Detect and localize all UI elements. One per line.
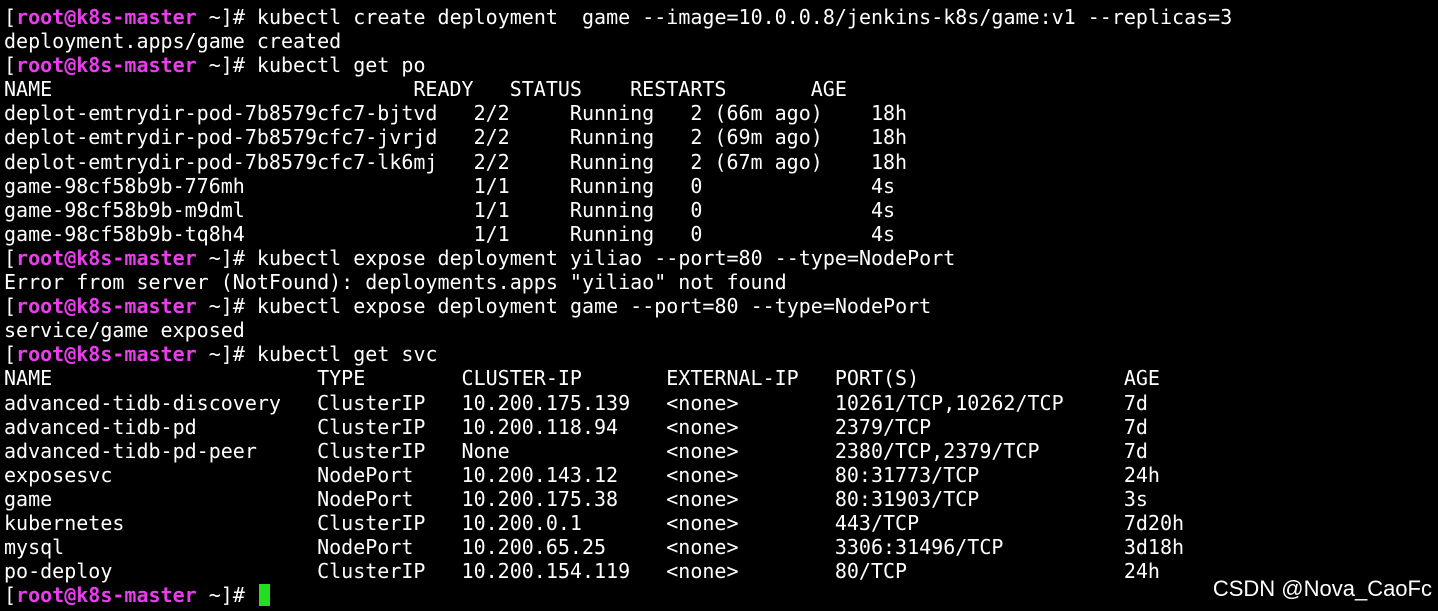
prompt-close: ]# bbox=[220, 294, 257, 319]
output-line: advanced-tidb-pd ClusterIP 10.200.118.94… bbox=[4, 415, 1232, 439]
output-text: NAME TYPE CLUSTER-IP EXTERNAL-IP PORT(S)… bbox=[4, 366, 1160, 391]
terminal-window[interactable]: [root@k8s-master ~]# kubectl create depl… bbox=[0, 0, 1438, 611]
output-text: deployment.apps/game created bbox=[4, 29, 342, 54]
output-line: deplot-emtrydir-pod-7b8579cfc7-jvrjd 2/2… bbox=[4, 125, 1232, 149]
prompt-at: @ bbox=[64, 5, 77, 29]
command-text: kubectl expose deployment game --port=80… bbox=[256, 294, 932, 319]
prompt-dir: ~ bbox=[196, 53, 221, 78]
output-line: Error from server (NotFound): deployment… bbox=[4, 270, 1232, 294]
prompt-host: k8s-master bbox=[76, 53, 197, 78]
command-line: [root@k8s-master ~]# kubectl get po bbox=[4, 53, 1232, 77]
output-line: game-98cf58b9b-tq8h4 1/1 Running 0 4s bbox=[4, 222, 1232, 246]
output-line: advanced-tidb-discovery ClusterIP 10.200… bbox=[4, 391, 1232, 415]
output-line: service/game exposed bbox=[4, 318, 1232, 342]
prompt-at: @ bbox=[64, 245, 77, 270]
output-text: exposesvc NodePort 10.200.143.12 <none> … bbox=[4, 462, 1160, 487]
terminal-output: [root@k8s-master ~]# kubectl create depl… bbox=[4, 5, 1232, 607]
output-text: deplot-emtrydir-pod-7b8579cfc7-jvrjd 2/2… bbox=[4, 125, 908, 150]
prompt-host: k8s-master bbox=[76, 245, 197, 270]
output-text: NAME READY STATUS RESTARTS AGE bbox=[4, 77, 847, 102]
output-text: deplot-emtrydir-pod-7b8579cfc7-lk6mj 2/2… bbox=[4, 149, 908, 174]
prompt-user: root bbox=[16, 245, 65, 270]
prompt-user: root bbox=[16, 342, 65, 367]
prompt-open-bracket: [ bbox=[4, 294, 17, 319]
output-text: game-98cf58b9b-tq8h4 1/1 Running 0 4s bbox=[4, 221, 896, 246]
output-text: advanced-tidb-pd-peer ClusterIP None <no… bbox=[4, 438, 1148, 463]
prompt-at: @ bbox=[64, 342, 77, 367]
output-line: game-98cf58b9b-776mh 1/1 Running 0 4s bbox=[4, 174, 1232, 198]
output-text: mysql NodePort 10.200.65.25 <none> 3306:… bbox=[4, 535, 1185, 560]
watermark: CSDN @Nova_CaoFc bbox=[1212, 576, 1432, 601]
prompt-at: @ bbox=[64, 53, 77, 78]
command-text: kubectl get svc bbox=[256, 342, 438, 367]
output-text: advanced-tidb-discovery ClusterIP 10.200… bbox=[4, 390, 1148, 415]
prompt-user: root bbox=[16, 53, 65, 78]
prompt-open-bracket: [ bbox=[4, 245, 17, 270]
prompt-at: @ bbox=[64, 583, 77, 608]
prompt-open-bracket: [ bbox=[4, 342, 17, 367]
prompt-close: ]# bbox=[220, 245, 257, 270]
command-line: [root@k8s-master ~]# kubectl get svc bbox=[4, 342, 1232, 366]
command-line: [root@k8s-master ~]# kubectl create depl… bbox=[4, 5, 1232, 29]
prompt-open-bracket: [ bbox=[4, 53, 17, 78]
output-text: Error from server (NotFound): deployment… bbox=[4, 270, 787, 295]
output-line: game-98cf58b9b-m9dml 1/1 Running 0 4s bbox=[4, 198, 1232, 222]
output-line: game NodePort 10.200.175.38 <none> 80:31… bbox=[4, 487, 1232, 511]
prompt-open-bracket: [ bbox=[4, 5, 17, 29]
command-text: kubectl expose deployment yiliao --port=… bbox=[256, 245, 956, 270]
prompt-close: ]# bbox=[220, 342, 257, 367]
prompt-close: ]# bbox=[220, 583, 257, 608]
output-line: advanced-tidb-pd-peer ClusterIP None <no… bbox=[4, 439, 1232, 463]
output-text: game-98cf58b9b-776mh 1/1 Running 0 4s bbox=[4, 173, 896, 198]
prompt-dir: ~ bbox=[196, 342, 221, 367]
output-text: game-98cf58b9b-m9dml 1/1 Running 0 4s bbox=[4, 197, 896, 222]
prompt-dir: ~ bbox=[196, 294, 221, 319]
prompt-close: ]# bbox=[220, 53, 257, 78]
prompt-host: k8s-master bbox=[76, 342, 197, 367]
output-text: po-deploy ClusterIP 10.200.154.119 <none… bbox=[4, 559, 1160, 584]
output-line: po-deploy ClusterIP 10.200.154.119 <none… bbox=[4, 559, 1232, 583]
prompt-host: k8s-master bbox=[76, 5, 197, 29]
prompt-open-bracket: [ bbox=[4, 583, 17, 608]
prompt-dir: ~ bbox=[196, 583, 221, 608]
prompt-host: k8s-master bbox=[76, 583, 197, 608]
output-line: exposesvc NodePort 10.200.143.12 <none> … bbox=[4, 463, 1232, 487]
output-text: deplot-emtrydir-pod-7b8579cfc7-bjtvd 2/2… bbox=[4, 101, 908, 126]
command-line: [root@k8s-master ~]# kubectl expose depl… bbox=[4, 294, 1232, 318]
prompt-dir: ~ bbox=[196, 5, 221, 29]
output-text: advanced-tidb-pd ClusterIP 10.200.118.94… bbox=[4, 414, 1148, 439]
output-line: deplot-emtrydir-pod-7b8579cfc7-lk6mj 2/2… bbox=[4, 150, 1232, 174]
output-line: deplot-emtrydir-pod-7b8579cfc7-bjtvd 2/2… bbox=[4, 101, 1232, 125]
command-text: kubectl create deployment game --image=1… bbox=[256, 5, 1233, 29]
command-text: kubectl get po bbox=[256, 53, 426, 78]
output-line: NAME TYPE CLUSTER-IP EXTERNAL-IP PORT(S)… bbox=[4, 366, 1232, 390]
output-text: game NodePort 10.200.175.38 <none> 80:31… bbox=[4, 486, 1148, 511]
output-line: NAME READY STATUS RESTARTS AGE bbox=[4, 77, 1232, 101]
prompt-close: ]# bbox=[220, 5, 257, 29]
cursor[interactable] bbox=[258, 584, 270, 607]
prompt-user: root bbox=[16, 294, 65, 319]
output-line: mysql NodePort 10.200.65.25 <none> 3306:… bbox=[4, 535, 1232, 559]
output-text: kubernetes ClusterIP 10.200.0.1 <none> 4… bbox=[4, 510, 1185, 535]
prompt-dir: ~ bbox=[196, 245, 221, 270]
output-line: kubernetes ClusterIP 10.200.0.1 <none> 4… bbox=[4, 511, 1232, 535]
prompt-host: k8s-master bbox=[76, 294, 197, 319]
prompt-at: @ bbox=[64, 294, 77, 319]
prompt-user: root bbox=[16, 583, 65, 608]
command-line: [root@k8s-master ~]# kubectl expose depl… bbox=[4, 246, 1232, 270]
prompt-user: root bbox=[16, 5, 65, 29]
output-text: service/game exposed bbox=[4, 318, 245, 343]
command-line: [root@k8s-master ~]# bbox=[4, 583, 1232, 607]
output-line: deployment.apps/game created bbox=[4, 29, 1232, 53]
